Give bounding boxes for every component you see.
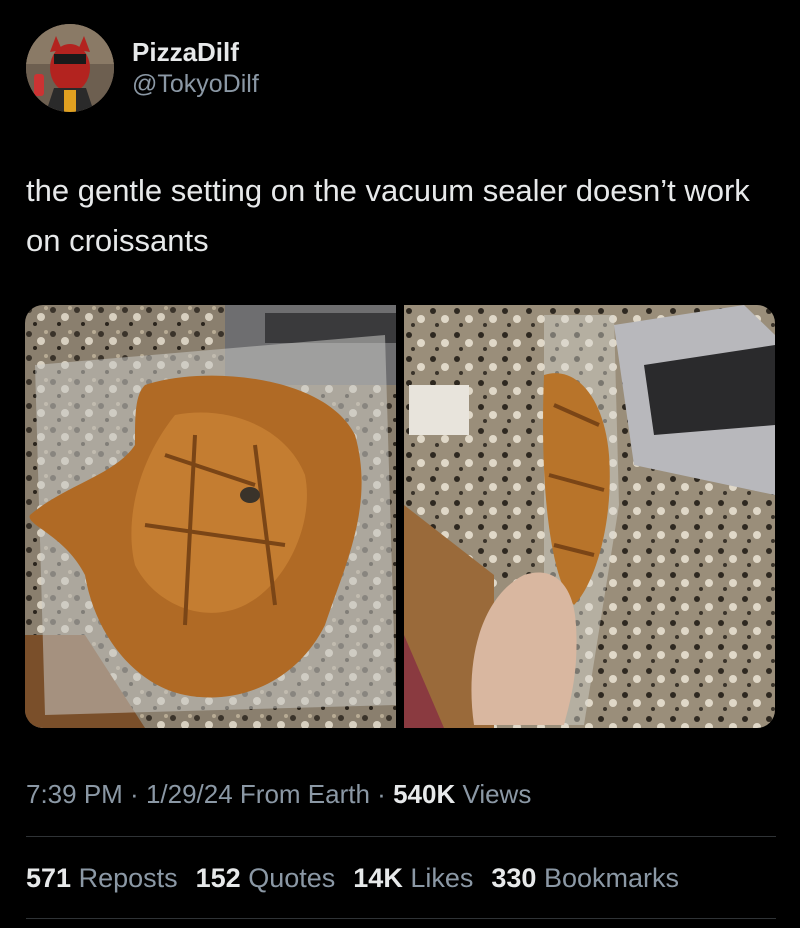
source-label: From Earth [239, 779, 370, 809]
tweet-meta: 7:39 PM · 1/29/24 From Earth · 540K View… [26, 774, 531, 814]
tweet-header: PizzaDilf @TokyoDilf [26, 24, 259, 112]
tweet-text: the gentle setting on the vacuum sealer … [26, 173, 750, 258]
views-label: Views [462, 779, 532, 809]
reposts-stat[interactable]: 571 Reposts [26, 858, 178, 898]
meta-separator: · [122, 779, 146, 809]
engagement-stats: 571 Reposts 152 Quotes 14K Likes 330 Boo… [26, 858, 679, 898]
likes-stat[interactable]: 14K Likes [353, 858, 473, 898]
media-grid [25, 305, 775, 728]
reposts-count: 571 [26, 863, 72, 893]
handle[interactable]: @TokyoDilf [132, 68, 259, 100]
quotes-count: 152 [195, 863, 241, 893]
timestamp-date[interactable]: 1/29/24 [146, 779, 233, 809]
divider-bottom [26, 918, 776, 919]
avatar[interactable] [26, 24, 114, 112]
display-name[interactable]: PizzaDilf [132, 36, 259, 68]
bookmarks-stat[interactable]: 330 Bookmarks [491, 858, 679, 898]
quotes-label: Quotes [248, 863, 336, 893]
views-count: 540K [393, 779, 456, 809]
photo-croissant-flattened[interactable] [25, 305, 396, 728]
meta-separator-2: · [369, 779, 394, 809]
timestamp-time[interactable]: 7:39 PM [26, 779, 123, 809]
bookmarks-count: 330 [491, 863, 537, 893]
divider-top [26, 836, 776, 837]
likes-label: Likes [410, 863, 474, 893]
reposts-label: Reposts [78, 863, 178, 893]
photo-croissant-in-hand[interactable] [404, 305, 775, 728]
bookmarks-label: Bookmarks [543, 863, 679, 893]
quotes-stat[interactable]: 152 Quotes [196, 858, 336, 898]
likes-count: 14K [353, 863, 403, 893]
